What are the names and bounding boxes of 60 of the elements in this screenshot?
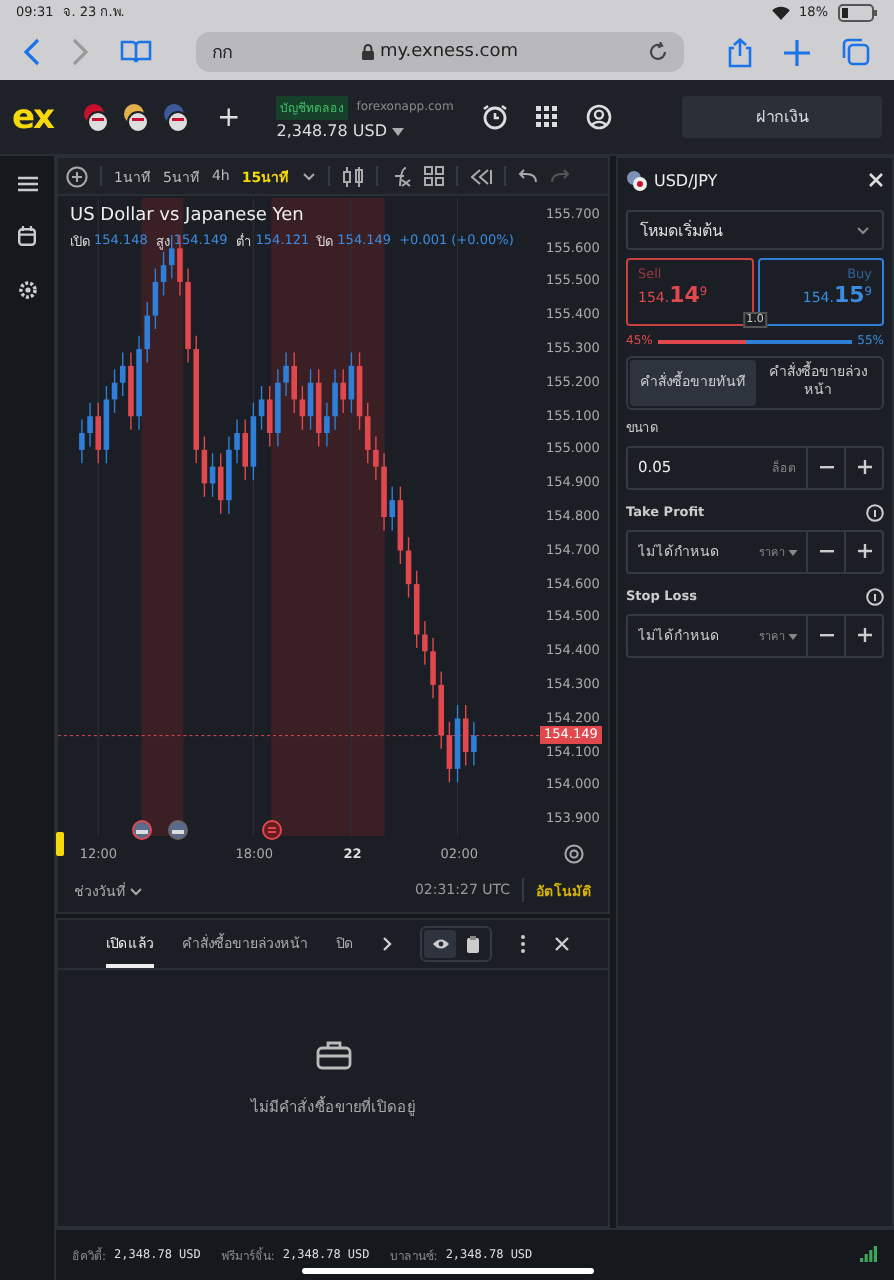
caret-icon: [788, 633, 798, 640]
plus-icon: [857, 544, 871, 559]
address-bar[interactable]: my.exness.com: [379, 42, 519, 62]
rewind-icon[interactable]: [469, 167, 492, 185]
clipboard-icon: [465, 935, 479, 953]
chevron-down-icon: [856, 225, 870, 235]
help-icon[interactable]: [866, 503, 884, 522]
eye-icon: [431, 938, 449, 950]
mode-dropdown[interactable]: โหมดเริ่มต้น: [626, 210, 884, 250]
add-button[interactable]: +: [217, 101, 241, 133]
tabs-icon[interactable]: [842, 38, 870, 66]
chevron-right-icon[interactable]: [382, 936, 392, 952]
settings-icon[interactable]: [564, 844, 584, 864]
currency-pair-icon[interactable]: [121, 101, 149, 133]
reload-icon[interactable]: [648, 42, 668, 62]
list-icon[interactable]: [17, 176, 37, 192]
profile-icon[interactable]: [585, 104, 612, 130]
logo[interactable]: ex: [12, 97, 53, 137]
flag-event-icon: [132, 820, 152, 840]
layout-grid-icon[interactable]: [423, 166, 444, 186]
lock-icon: [361, 44, 374, 60]
signal-icon: [860, 1246, 878, 1264]
deposit-button[interactable]: ฝากเงิน: [682, 96, 882, 138]
minus-icon: [819, 633, 833, 638]
symbol-name: USD/JPY: [654, 171, 718, 189]
candlestick-icon[interactable]: [341, 165, 364, 187]
function-icon[interactable]: [389, 165, 412, 187]
caret-icon: [392, 127, 405, 135]
help-icon[interactable]: [866, 587, 884, 606]
calendar-icon[interactable]: [18, 226, 36, 246]
currency-pair-icon: [626, 169, 648, 191]
apps-grid-icon[interactable]: [535, 106, 558, 128]
minus-icon: [819, 549, 833, 554]
panel-resize-handle[interactable]: [56, 832, 64, 856]
chevron-down-icon[interactable]: [301, 171, 316, 181]
add-circle-icon[interactable]: [66, 165, 88, 187]
undo-icon[interactable]: [517, 168, 538, 184]
battery-icon: [838, 3, 878, 21]
view-toggle-button[interactable]: [424, 930, 456, 958]
caret-icon: [788, 549, 798, 556]
chevron-down-icon: [130, 887, 143, 895]
close-icon[interactable]: [554, 936, 570, 952]
currency-pair-icon[interactable]: [161, 101, 189, 133]
chart-title: US Dollar vs Japanese Yen: [70, 206, 306, 226]
alarm-clock-icon[interactable]: [481, 104, 508, 130]
currency-pair-icon[interactable]: [81, 101, 109, 133]
settings-icon[interactable]: [17, 280, 37, 300]
plus-icon: [857, 628, 871, 643]
back-icon[interactable]: [24, 38, 40, 66]
more-icon[interactable]: [520, 934, 526, 954]
briefcase-icon: [315, 1039, 351, 1069]
event-marker-icon: [262, 820, 282, 840]
book-icon[interactable]: [120, 40, 152, 64]
balance-dropdown[interactable]: 2,348.78 USD: [276, 121, 454, 139]
plus-icon[interactable]: [784, 39, 810, 65]
wifi-icon: [771, 5, 790, 19]
close-icon[interactable]: [868, 172, 884, 188]
share-icon[interactable]: [728, 37, 752, 67]
flag-event-icon: [168, 820, 188, 840]
reader-button[interactable]: กก: [212, 38, 232, 66]
